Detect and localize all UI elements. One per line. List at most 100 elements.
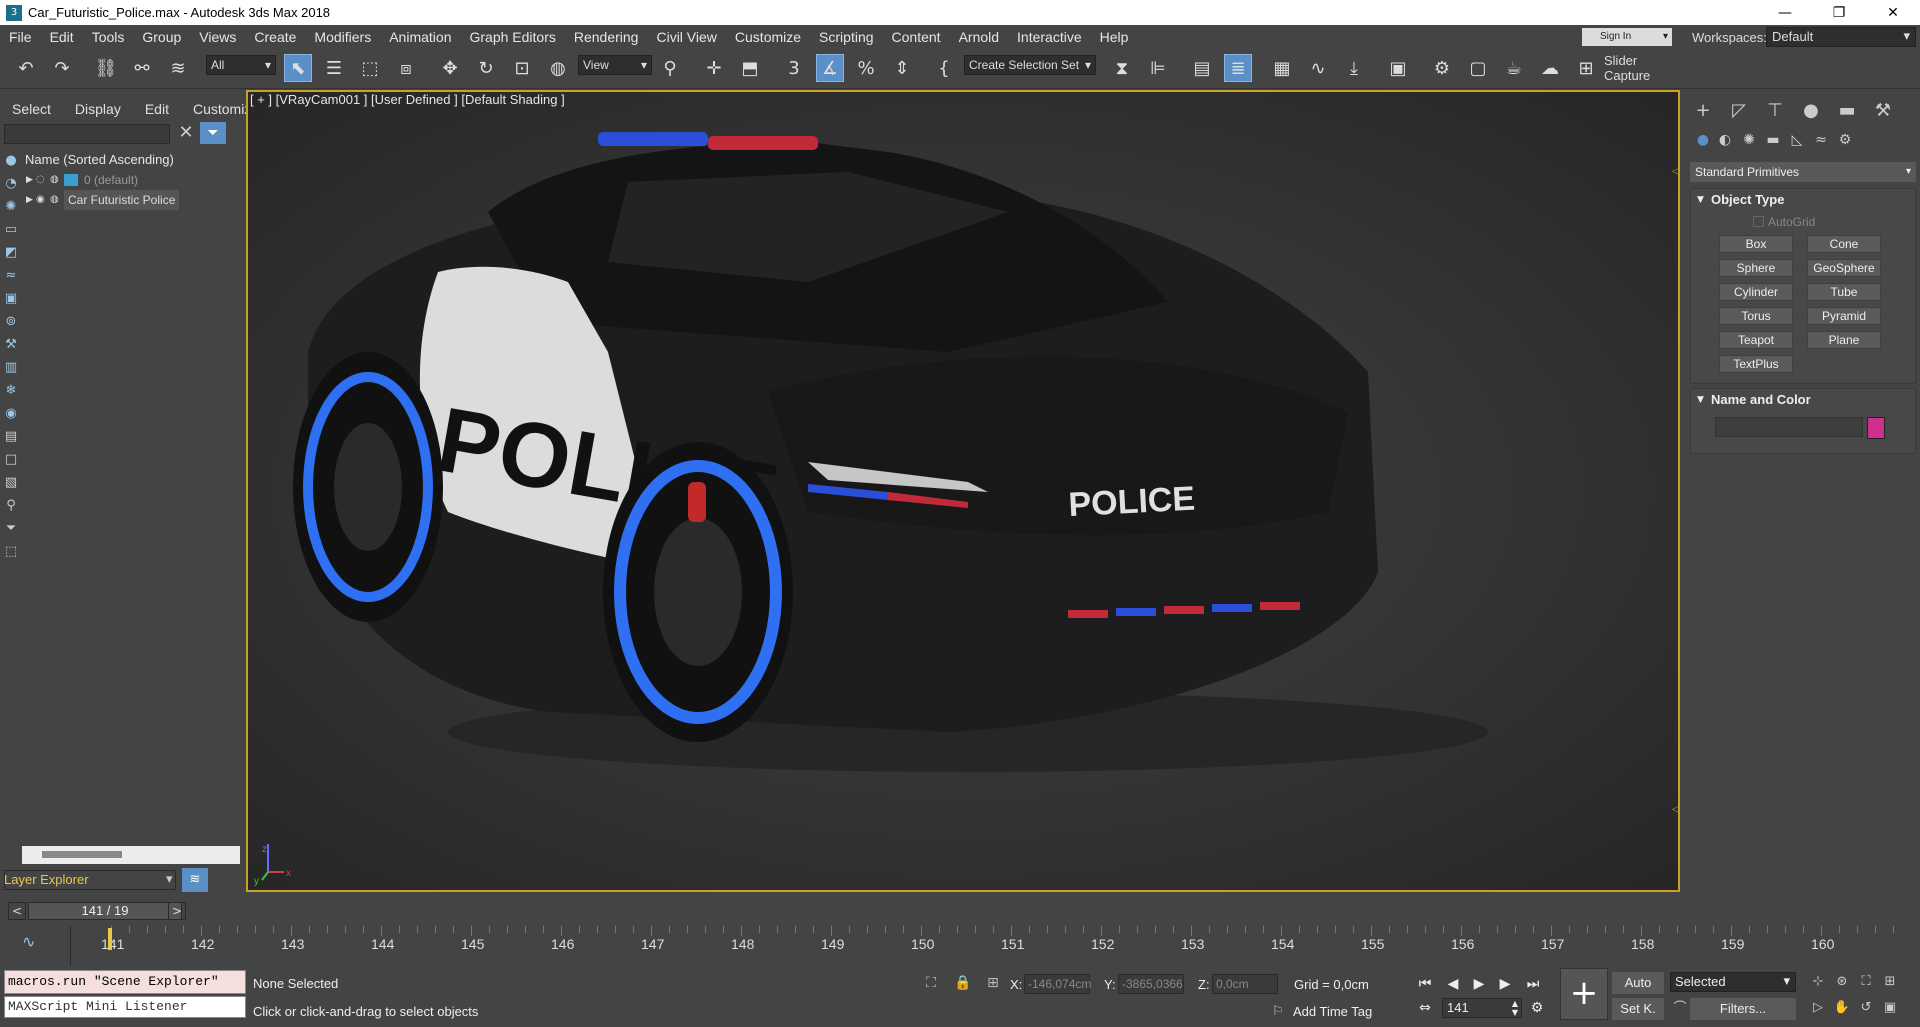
set-keys-button[interactable]: +: [1560, 968, 1608, 1020]
render-in-cloud-icon[interactable]: ☁: [1536, 54, 1564, 82]
time-configuration-icon[interactable]: ⚙: [1526, 998, 1548, 1018]
viewport[interactable]: POLICE POLICE z x y ◁ ◁: [246, 90, 1680, 892]
rectangular-selection-icon[interactable]: ⬚: [356, 54, 384, 82]
go-to-end-icon[interactable]: ⏭: [1522, 974, 1544, 994]
display-xrefs-icon[interactable]: ⊚: [2, 313, 20, 331]
render-production-icon[interactable]: ☕: [1500, 54, 1528, 82]
autogrid-checkbox[interactable]: AutoGrid: [1753, 215, 1815, 229]
tree-row-layer-default[interactable]: ▶ ◌ ◍ 0 (default): [22, 170, 240, 190]
menu-customize[interactable]: Customize: [726, 25, 810, 49]
teapot-button[interactable]: Teapot: [1719, 331, 1793, 349]
place-icon[interactable]: ◍: [544, 54, 572, 82]
field-of-view-icon[interactable]: ▷: [1808, 998, 1828, 1018]
key-mode-toggle-icon[interactable]: ⇔: [1414, 998, 1436, 1018]
default-in-out-tangents-icon[interactable]: ⌒: [1670, 999, 1690, 1019]
space-warps-category-icon[interactable]: ≈: [1810, 132, 1832, 152]
scene-search-input[interactable]: [4, 124, 170, 144]
visible-eye-icon[interactable]: ◉: [36, 190, 50, 210]
name-and-color-header[interactable]: ▼ Name and Color: [1691, 389, 1915, 411]
freeze-icon[interactable]: ◍: [50, 170, 64, 190]
pivot-center-icon[interactable]: ⚲: [656, 54, 684, 82]
render-shortcuts-icon[interactable]: ⊞: [1572, 54, 1600, 82]
geosphere-button[interactable]: GeoSphere: [1807, 259, 1881, 277]
expand-arrow-icon[interactable]: ▶: [26, 190, 36, 210]
curve-editor-icon[interactable]: ∿: [1304, 54, 1332, 82]
menu-file[interactable]: File: [0, 25, 41, 49]
cone-button[interactable]: Cone: [1807, 235, 1881, 253]
create-tab-icon[interactable]: +: [1690, 100, 1716, 124]
menu-graph-editors[interactable]: Graph Editors: [460, 25, 564, 49]
redo-icon[interactable]: ↷: [48, 54, 76, 82]
menu-edit[interactable]: Edit: [41, 25, 83, 49]
modify-tab-icon[interactable]: ◸: [1726, 100, 1752, 124]
selection-set-select[interactable]: Create Selection Set ▾: [964, 55, 1096, 75]
angle-snap-icon[interactable]: ∡: [816, 54, 844, 82]
current-frame-marker[interactable]: [108, 928, 112, 950]
key-filters-button[interactable]: Filters...: [1690, 998, 1796, 1020]
display-frozen-icon[interactable]: ❄: [2, 382, 20, 400]
display-tab-icon[interactable]: ▬: [1834, 100, 1860, 124]
filter-funnel-icon[interactable]: ⏷: [2, 520, 20, 538]
expand-arrow-icon[interactable]: ▶: [26, 170, 36, 190]
display-all-icon[interactable]: ▤: [2, 428, 20, 446]
time-slider-prev-button[interactable]: <: [8, 902, 26, 920]
tree-column-header[interactable]: Name (Sorted Ascending): [22, 150, 240, 170]
display-none-icon[interactable]: □: [2, 451, 20, 469]
menu-modifiers[interactable]: Modifiers: [305, 25, 380, 49]
display-space-warps-icon[interactable]: ≈: [2, 267, 20, 285]
x-coord-input[interactable]: -146,074cm: [1024, 974, 1091, 994]
toggle-ribbon-icon[interactable]: ▦: [1268, 54, 1296, 82]
find-icon[interactable]: ⚲: [2, 497, 20, 515]
absolute-mode-icon[interactable]: ⊞: [984, 975, 1002, 993]
pyramid-button[interactable]: Pyramid: [1807, 307, 1881, 325]
workspace-select[interactable]: Default ▾: [1766, 27, 1916, 47]
zoom-all-icon[interactable]: ⊛: [1832, 972, 1852, 992]
maximize-viewport-icon[interactable]: ▣: [1880, 998, 1900, 1018]
horizontal-scrollbar[interactable]: [22, 846, 240, 864]
hierarchy-tab-icon[interactable]: ⊤: [1762, 100, 1788, 124]
z-coord-input[interactable]: 0,0cm: [1212, 974, 1278, 994]
zoom-icon[interactable]: ⊹: [1808, 972, 1828, 992]
layers-toggle-icon[interactable]: ≋: [182, 868, 208, 892]
lights-category-icon[interactable]: ✺: [1738, 132, 1760, 152]
box-button[interactable]: Box: [1719, 235, 1793, 253]
cylinder-button[interactable]: Cylinder: [1719, 283, 1793, 301]
timeline-ticks[interactable]: 141 142 143 144 145 146 147 148 149 150 151 152 153 1…: [70, 926, 1894, 966]
menu-content[interactable]: Content: [883, 25, 950, 49]
current-frame-spinner[interactable]: 141 ▲ ▼: [1442, 998, 1522, 1018]
filter-icon[interactable]: ⏷: [200, 122, 226, 144]
menu-group[interactable]: Group: [133, 25, 190, 49]
object-color-swatch[interactable]: [1867, 417, 1885, 439]
mini-curve-editor-icon[interactable]: ∿: [22, 932, 35, 951]
bind-space-warp-icon[interactable]: ≋: [164, 54, 192, 82]
spinner-arrows-icon[interactable]: ▲ ▼: [1512, 999, 1518, 1017]
menu-rendering[interactable]: Rendering: [565, 25, 648, 49]
explorer-menu-select[interactable]: Select: [0, 98, 63, 120]
menu-create[interactable]: Create: [245, 25, 305, 49]
set-key-button[interactable]: Set K.: [1612, 998, 1664, 1020]
window-crossing-icon[interactable]: ⧈: [392, 54, 420, 82]
cameras-category-icon[interactable]: ▬: [1762, 132, 1784, 152]
plane-button[interactable]: Plane: [1807, 331, 1881, 349]
select-by-name-icon[interactable]: ☰: [320, 54, 348, 82]
display-lights-icon[interactable]: ✺: [2, 198, 20, 216]
menu-interactive[interactable]: Interactive: [1008, 25, 1091, 49]
explorer-menu-edit[interactable]: Edit: [133, 98, 181, 120]
display-hidden-icon[interactable]: ◉: [2, 405, 20, 423]
selection-lock-icon[interactable]: 🔒: [954, 975, 972, 993]
shapes-category-icon[interactable]: ◐: [1714, 132, 1736, 152]
sign-in-button[interactable]: Sign In ▾: [1582, 28, 1672, 46]
orbit-icon[interactable]: ↺: [1856, 998, 1876, 1018]
geometry-category-icon[interactable]: ●: [1692, 132, 1714, 152]
scrollbar-thumb[interactable]: [42, 851, 122, 858]
menu-views[interactable]: Views: [190, 25, 245, 49]
toggle-scene-explorer-icon[interactable]: ▤: [1188, 54, 1216, 82]
material-editor-icon[interactable]: ▣: [1384, 54, 1412, 82]
primitive-category-select[interactable]: Standard Primitives ▾: [1690, 162, 1916, 182]
sphere-button[interactable]: Sphere: [1719, 259, 1793, 277]
zoom-extents-all-icon[interactable]: ⊞: [1880, 972, 1900, 992]
percent-snap-icon[interactable]: %: [852, 54, 880, 82]
keyboard-shortcut-icon[interactable]: ⬒: [736, 54, 764, 82]
maxscript-command-field[interactable]: macros.run "Scene Explorer": [4, 970, 246, 994]
display-shapes-icon[interactable]: ◔: [2, 175, 20, 193]
